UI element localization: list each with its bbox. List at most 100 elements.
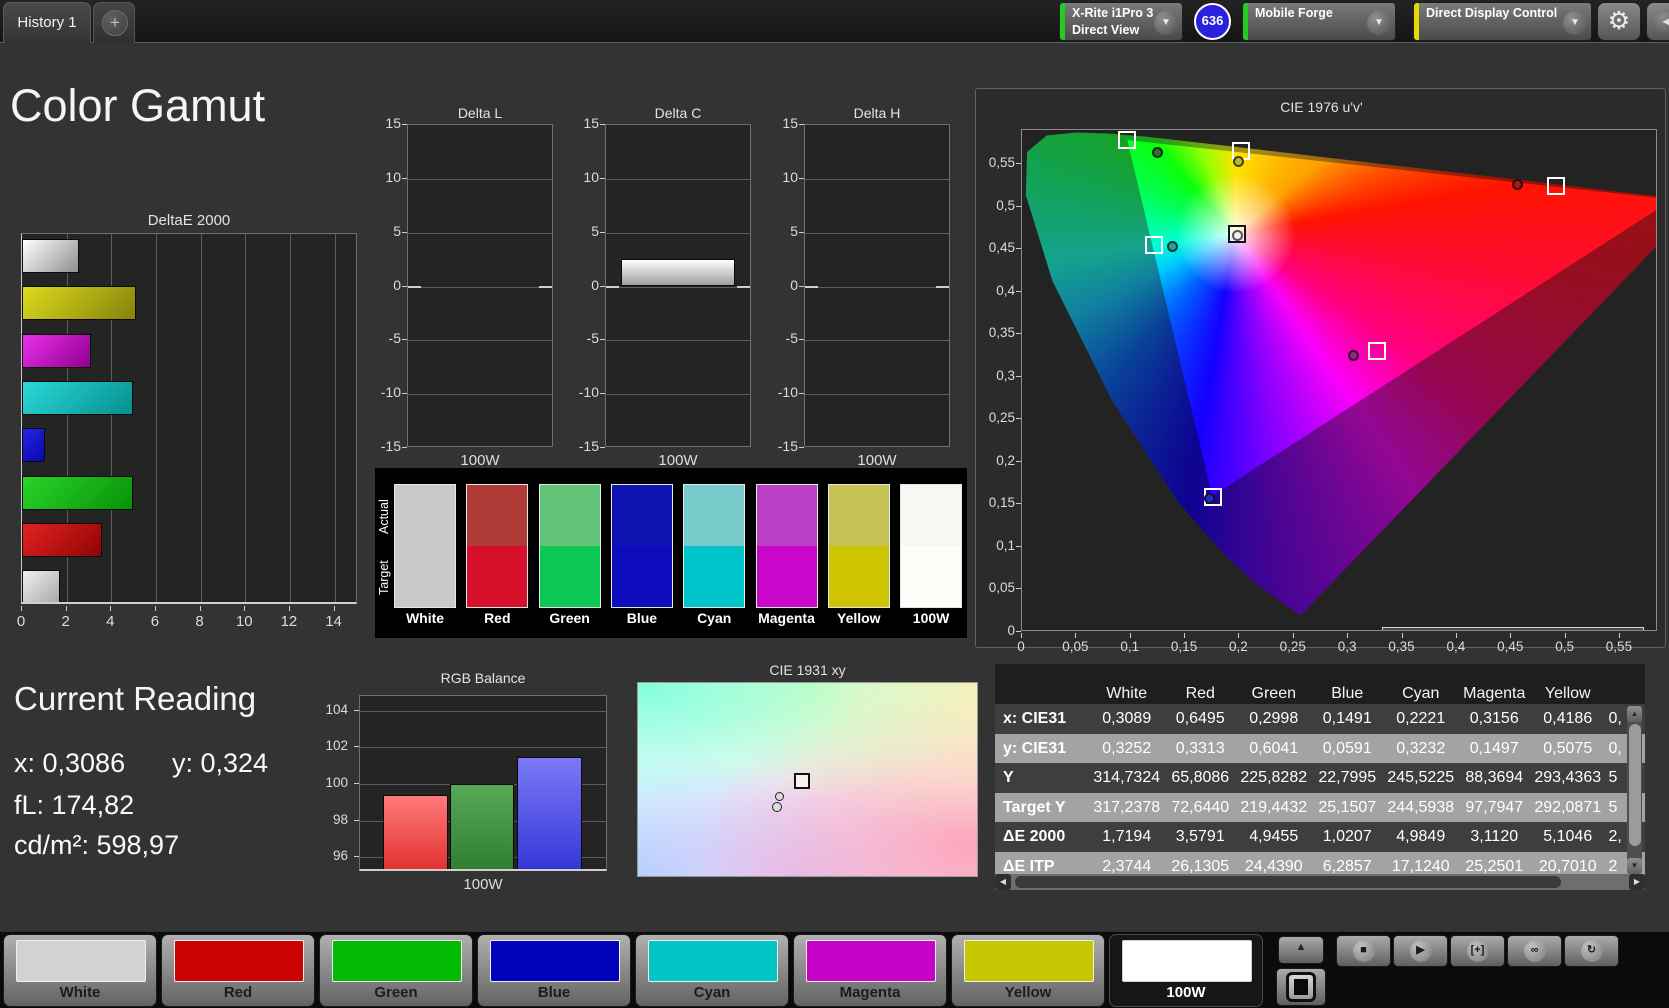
y-tick	[600, 447, 605, 448]
pattern-button-magenta[interactable]: Magenta	[793, 934, 947, 1007]
meter-dropdown[interactable]: X-Rite i1Pro 3 Direct View ▼	[1059, 2, 1183, 41]
x-tick-label: 0,55	[1605, 639, 1633, 654]
rgb-balance-chart	[359, 695, 607, 871]
delta-l-chart	[407, 124, 553, 447]
zero-tick	[936, 285, 949, 288]
y-tick-label: -10	[777, 384, 798, 401]
read-continuous-button[interactable]: ∞	[1507, 935, 1562, 967]
chevron-down-icon[interactable]: ▼	[1367, 11, 1391, 35]
y-tick-label: -15	[777, 438, 798, 454]
y-tick	[1016, 545, 1021, 547]
y-tick	[799, 285, 804, 287]
target-swatch	[539, 546, 600, 607]
source-dropdown[interactable]: Mobile Forge ▼	[1242, 2, 1396, 41]
table-cell: 0,1497	[1469, 739, 1519, 757]
gridline	[360, 710, 606, 712]
deltae-bar-red	[22, 522, 102, 557]
cie1976-title: CIE 1976 u'v'	[1280, 99, 1363, 115]
y-tick	[799, 124, 804, 125]
y-tick	[1016, 163, 1021, 165]
gridline	[606, 340, 750, 342]
pattern-button-white[interactable]: White	[3, 934, 157, 1007]
y-tick-label: 10	[583, 168, 599, 185]
pattern-up-button[interactable]: ▲	[1278, 936, 1324, 964]
table-cell: 25,1507	[1318, 798, 1377, 816]
pattern-window-button[interactable]	[1276, 968, 1326, 1006]
vertical-scrollbar[interactable]: ▲ ▼	[1627, 706, 1642, 874]
pattern-button-cyan[interactable]: Cyan	[635, 934, 789, 1007]
color-patch	[490, 940, 620, 982]
bottom-control-bar: ▲ « Back Next » WhiteRedGreenBlueCyanMag…	[0, 931, 1669, 1008]
measurement-table: White Red Green Blue Cyan Magenta Yellow x: CIE…	[995, 664, 1645, 890]
y-tick	[1016, 460, 1021, 462]
y-tick-label: 10	[385, 168, 401, 185]
pattern-button-100w[interactable]: 100W	[1109, 934, 1263, 1007]
arrow-up-icon: ▲	[1295, 941, 1307, 953]
y-tick-label: 0	[1007, 623, 1015, 638]
read-single-icon: [+]	[1466, 940, 1489, 962]
vertical-scroll-thumb[interactable]	[1628, 724, 1641, 846]
gridline	[245, 234, 247, 602]
y-tick	[354, 856, 359, 858]
x-tick-label: 0,3	[1337, 639, 1357, 654]
y-tick	[799, 231, 804, 233]
refresh-icon: ↻	[1580, 940, 1603, 962]
actual-swatch	[539, 485, 600, 546]
pattern-button-blue[interactable]: Blue	[477, 934, 631, 1007]
pattern-button-label: White	[59, 984, 101, 1001]
gridline	[606, 286, 750, 288]
x-tick	[1618, 633, 1620, 638]
column-header-red: Red	[1185, 685, 1215, 702]
pattern-button-green[interactable]: Green	[319, 934, 473, 1007]
y-tick	[1016, 418, 1021, 420]
scroll-up-arrow[interactable]: ▲	[1627, 706, 1642, 722]
x-tick-label: 2	[61, 613, 70, 630]
stop-button[interactable]: ■	[1336, 935, 1391, 967]
pattern-button-yellow[interactable]: Yellow	[951, 934, 1105, 1007]
workflow-dropdown[interactable]: Direct Display Control ▼	[1413, 2, 1592, 41]
refresh-button[interactable]: ↻	[1564, 935, 1619, 967]
cie1976-panel: CIE 1976 u'v' Gamut Coverage: 75,8% 0 0,0…	[975, 88, 1666, 654]
chevron-down-icon[interactable]: ▼	[1154, 11, 1178, 35]
table-cell: 314,7324	[1093, 769, 1161, 786]
pattern-button-label: Cyan	[693, 984, 731, 1001]
horizontal-scrollbar[interactable]: ◀ ▶	[995, 874, 1645, 890]
scroll-right-arrow[interactable]: ▶	[1629, 874, 1645, 890]
scroll-down-arrow[interactable]: ▼	[1627, 858, 1642, 874]
pattern-button-label: Red	[223, 984, 253, 1001]
x-tick	[21, 606, 22, 611]
table-cell: 72,6440	[1171, 798, 1230, 816]
table-row: ΔE 2000 1,7194 3,5791 4,9455 1,0207 4,9849 3,1…	[995, 822, 1645, 852]
settings-button[interactable]: ⚙	[1597, 2, 1641, 41]
tab-history-1[interactable]: History 1	[3, 2, 91, 43]
target-swatch	[901, 546, 962, 607]
table-row: x: CIE31 0,3089 0,6495 0,2998 0,1491 0,2221 0,…	[995, 704, 1645, 734]
chevron-down-icon[interactable]: ▼	[1563, 11, 1587, 35]
read-single-button[interactable]: [+]	[1450, 935, 1505, 967]
zero-tick	[539, 285, 552, 288]
target-swatch	[684, 546, 745, 607]
swatch-label: Yellow	[837, 610, 881, 626]
y-tick-label: 5	[393, 222, 401, 239]
x-tick-label: 0,5	[1555, 639, 1574, 654]
source-label: Mobile Forge	[1255, 6, 1333, 20]
play-button[interactable]: ▶	[1393, 935, 1448, 967]
plus-icon: +	[102, 10, 128, 36]
table-cell: 0,3156	[1469, 710, 1519, 727]
table-cell: 317,2378	[1093, 798, 1161, 816]
scroll-left-arrow[interactable]: ◀	[995, 874, 1011, 890]
rgb-balance-xlabel: 100W	[463, 876, 503, 893]
horizontal-scroll-thumb[interactable]	[1015, 876, 1561, 888]
pattern-button-red[interactable]: Red	[161, 934, 315, 1007]
y-tick-label: 0,4	[996, 282, 1015, 298]
gridline	[334, 234, 336, 602]
target-swatch	[467, 546, 528, 607]
x-tick	[1347, 633, 1349, 638]
add-tab-button[interactable]: +	[93, 2, 135, 43]
color-patch	[16, 940, 146, 982]
y-tick-label: -15	[380, 438, 401, 454]
x-tick-label: 10	[235, 613, 253, 630]
color-patch	[1122, 940, 1252, 982]
stop-icon: ■	[1352, 940, 1375, 962]
collapse-panel-button[interactable]: ◀	[1646, 2, 1669, 41]
